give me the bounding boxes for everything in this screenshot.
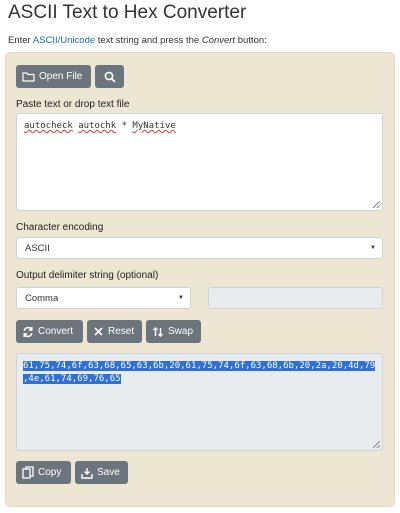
convert-button[interactable]: Convert [16,320,83,343]
intro-mid: text string and press the [95,35,202,46]
intro-prefix: Enter [8,35,33,46]
swap-arrows-icon [152,326,164,338]
converter-panel: Open File Paste text or drop text file a… [5,52,395,507]
chevron-down-icon: ▼ [178,295,184,301]
output-line: 61,75,74,6f,63,68,65,63,6b,20,61,75,74,6… [23,361,376,371]
close-icon [93,326,104,337]
swap-label: Swap [168,326,194,337]
reset-label: Reset [108,326,135,337]
search-button[interactable] [95,65,124,88]
delimiter-select[interactable]: Comma ▼ [16,287,191,309]
page-title: ASCII Text to Hex Converter [8,2,247,23]
encoding-value: ASCII [25,242,50,254]
chevron-down-icon: ▼ [370,245,376,251]
copy-icon [22,466,34,479]
intro-convert-emphasis: Convert [201,35,236,46]
search-icon [104,71,116,83]
save-label: Save [97,467,120,478]
delimiter-label: Output delimiter string (optional) [16,270,159,281]
custom-delimiter-input[interactable] [208,287,383,309]
copy-button[interactable]: Copy [16,461,71,484]
intro-suffix: button: [235,35,267,46]
open-file-label: Open File [39,71,83,82]
input-word: MyNative [132,121,176,131]
input-label: Paste text or drop text file [16,99,130,110]
save-button[interactable]: Save [75,461,128,484]
character-encoding-select[interactable]: ASCII ▼ [16,237,383,259]
swap-button[interactable]: Swap [146,320,201,343]
folder-icon [22,71,35,82]
resize-grip[interactable] [373,441,380,448]
delimiter-value: Comma [25,292,59,304]
ascii-unicode-link[interactable]: ASCII/Unicode [33,35,95,46]
open-file-button[interactable]: Open File [16,65,91,88]
text-input-area[interactable]: autocheck autochk * MyNative [16,113,383,211]
input-word: * [121,121,133,131]
input-word: autocheck [24,121,73,131]
refresh-icon [22,326,34,338]
output-line: ,4e,61,74,69,76,65 [23,374,121,384]
convert-label: Convert [38,326,74,337]
resize-grip[interactable] [373,201,380,208]
encoding-label: Character encoding [16,222,104,233]
hex-output-area[interactable]: 61,75,74,6f,63,68,65,63,6b,20,61,75,74,6… [16,353,383,451]
reset-button[interactable]: Reset [87,320,142,343]
input-word: autochk [78,121,117,131]
download-icon [81,467,93,479]
intro-text: Enter ASCII/Unicode text string and pres… [8,35,267,46]
copy-label: Copy [38,467,62,478]
